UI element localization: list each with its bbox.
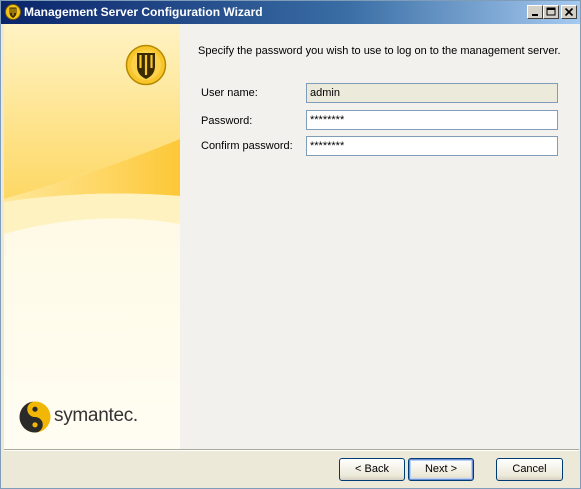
back-button[interactable]: < Back bbox=[339, 458, 405, 481]
wizard-side-banner: symantec. bbox=[4, 24, 180, 449]
maximize-icon bbox=[546, 7, 556, 16]
username-field[interactable]: admin bbox=[306, 83, 558, 103]
maximize-button[interactable] bbox=[543, 5, 559, 19]
confirm-password-label: Confirm password: bbox=[201, 140, 293, 152]
close-button[interactable] bbox=[561, 5, 577, 19]
instruction-text: Specify the password you wish to use to … bbox=[198, 45, 561, 57]
next-button[interactable]: Next > bbox=[408, 458, 474, 481]
minimize-icon bbox=[532, 14, 538, 16]
wizard-window: Management Server Configuration Wizard s… bbox=[0, 0, 581, 489]
wizard-content: Specify the password you wish to use to … bbox=[180, 24, 580, 449]
banner-graphic bbox=[4, 24, 180, 449]
symantec-logo-icon bbox=[19, 401, 51, 433]
password-label: Password: bbox=[201, 115, 253, 127]
norton-shield-icon bbox=[5, 4, 21, 20]
confirm-password-field[interactable]: ******** bbox=[306, 136, 558, 156]
next-button-label: Next > bbox=[424, 463, 458, 475]
cancel-button-label: Cancel bbox=[512, 463, 547, 475]
footer-divider-highlight bbox=[4, 450, 579, 451]
password-field[interactable]: ******** bbox=[306, 110, 558, 130]
title-bar[interactable]: Management Server Configuration Wizard bbox=[1, 1, 580, 24]
username-label: User name: bbox=[201, 87, 258, 99]
symantec-logo-text: symantec. bbox=[54, 405, 138, 426]
minimize-button[interactable] bbox=[527, 5, 543, 19]
back-button-label: < Back bbox=[355, 463, 389, 475]
norton-shield-logo-icon bbox=[125, 44, 167, 86]
cancel-button[interactable]: Cancel bbox=[496, 458, 563, 481]
window-title: Management Server Configuration Wizard bbox=[24, 5, 263, 19]
close-icon bbox=[564, 7, 574, 17]
